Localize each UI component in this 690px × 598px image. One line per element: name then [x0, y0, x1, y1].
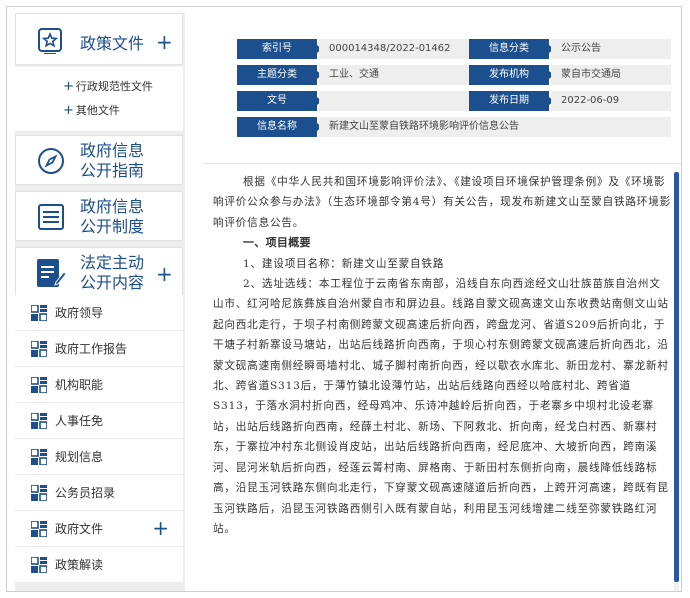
info-value: 2022-06-09	[551, 91, 671, 111]
sidebar-item-policy-interpretation[interactable]: 政策解读	[15, 547, 183, 583]
expand-plus-icon[interactable]: +	[156, 264, 173, 284]
info-value: 蒙自市交通局	[551, 65, 671, 85]
sidebar-item-label: 机构职能	[55, 378, 104, 392]
sidebar-policy-docs-header[interactable]: 政策文件 +	[15, 13, 183, 65]
sidebar-item-institution-functions[interactable]: 机构职能	[15, 367, 183, 403]
plus-icon: +	[63, 103, 74, 118]
list-document-icon	[36, 202, 66, 232]
info-label: 索引号	[237, 39, 322, 59]
sidebar-statutory-title-line2: 公开内容	[80, 273, 145, 292]
info-label: 信息名称	[237, 117, 322, 137]
vertical-scrollbar[interactable]	[674, 172, 679, 591]
plus-icon: +	[63, 79, 74, 94]
info-value: 公示公告	[551, 39, 671, 59]
document-pen-icon	[34, 256, 67, 290]
sidebar-subitem-other-docs[interactable]: + 其他文件	[63, 104, 120, 118]
article-body: 根据《中华人民共和国环境影响评价法》、《建设项目环境保护管理条例》及《环境影响评…	[203, 163, 681, 591]
info-table: 索引号 000014348/2022-01462 信息分类 公示公告 主题分类 …	[195, 13, 681, 161]
sidebar-item-appointments[interactable]: 人事任免	[15, 403, 183, 439]
grid-icon	[30, 448, 48, 466]
info-label: 主题分类	[237, 65, 322, 85]
document-star-icon	[36, 26, 64, 55]
grid-icon	[30, 340, 48, 358]
sidebar-item-label: 政策解读	[55, 558, 104, 572]
sidebar-item-label: 公务员招录	[55, 486, 116, 500]
sidebar-item-work-report[interactable]: 政府工作报告	[15, 331, 183, 367]
expand-plus-icon[interactable]: +	[156, 32, 173, 52]
sidebar-policy-docs-title: 政策文件	[80, 34, 145, 53]
info-value: 新建文山至蒙自铁路环境影响评价信息公告	[319, 117, 671, 137]
article-paragraph: 2、选址选线：本工程位于云南省东南部，沿线自东向西途经文山壮族苗族自治州文山市、…	[213, 278, 669, 535]
sidebar-policy-submenu: + 行政规范性文件 + 其他文件	[15, 67, 183, 131]
grid-icon	[30, 556, 48, 574]
sidebar-item-label: 人事任免	[55, 414, 104, 428]
info-label: 文号	[237, 91, 322, 111]
info-value: 工业、交通	[319, 65, 469, 85]
sidebar-system-title-line1: 政府信息	[80, 197, 145, 216]
grid-icon	[30, 376, 48, 394]
sidebar-subitem-label: 行政规范性文件	[75, 80, 153, 93]
sidebar-disclosure-guide[interactable]: 政府信息 公开指南	[15, 135, 183, 185]
sidebar-disclosure-system[interactable]: 政府信息 公开制度	[15, 191, 183, 241]
sidebar-item-label: 政府工作报告	[55, 342, 128, 356]
expand-plus-icon[interactable]: +	[152, 517, 169, 539]
sidebar-item-planning[interactable]: 规划信息	[15, 439, 183, 475]
main-content: 索引号 000014348/2022-01462 信息分类 公示公告 主题分类 …	[195, 13, 681, 591]
sidebar-item-gov-documents[interactable]: 政府文件 +	[15, 511, 183, 547]
sidebar-item-gov-leaders[interactable]: 政府领导	[15, 295, 183, 331]
grid-icon	[30, 520, 48, 538]
sidebar-subitem-normative-docs[interactable]: + 行政规范性文件	[63, 80, 153, 94]
sidebar-item-civil-servant-recruitment[interactable]: 公务员招录	[15, 475, 183, 511]
info-value: 000014348/2022-01462	[319, 39, 469, 59]
compass-icon	[36, 146, 66, 176]
grid-icon	[30, 304, 48, 322]
grid-icon	[30, 484, 48, 502]
article-heading: 一、项目概要	[243, 236, 311, 250]
page-frame: 政策文件 + + 行政规范性文件 + 其他文件 政府信息 公开指南 政府信息 公…	[6, 6, 682, 592]
sidebar-system-title-line2: 公开制度	[80, 217, 145, 236]
info-label: 信息分类	[469, 39, 554, 59]
sidebar-item-label: 规划信息	[55, 450, 104, 464]
sidebar-item-label: 政府领导	[55, 306, 104, 320]
sidebar-item-label: 政府文件	[55, 522, 104, 536]
grid-icon	[30, 412, 48, 430]
sidebar-subitem-label: 其他文件	[75, 104, 120, 117]
sidebar-guide-title-line2: 公开指南	[80, 161, 145, 180]
sidebar-statutory-title-line1: 法定主动	[80, 253, 145, 272]
info-label: 发布日期	[469, 91, 554, 111]
article-paragraph: 1、建设项目名称：新建文山至蒙自铁路	[243, 257, 445, 270]
article-intro-paragraph: 根据《中华人民共和国环境影响评价法》、《建设项目环境保护管理条例》及《环境影响评…	[213, 176, 671, 229]
article-text: 根据《中华人民共和国环境影响评价法》、《建设项目环境保护管理条例》及《环境影响评…	[213, 172, 671, 539]
info-label: 发布机构	[469, 65, 554, 85]
scrollbar-thumb[interactable]	[674, 172, 679, 582]
info-value	[319, 91, 469, 111]
sidebar-guide-title-line1: 政府信息	[80, 141, 145, 160]
sidebar-statutory-content[interactable]: 法定主动 公开内容 +	[15, 247, 183, 297]
